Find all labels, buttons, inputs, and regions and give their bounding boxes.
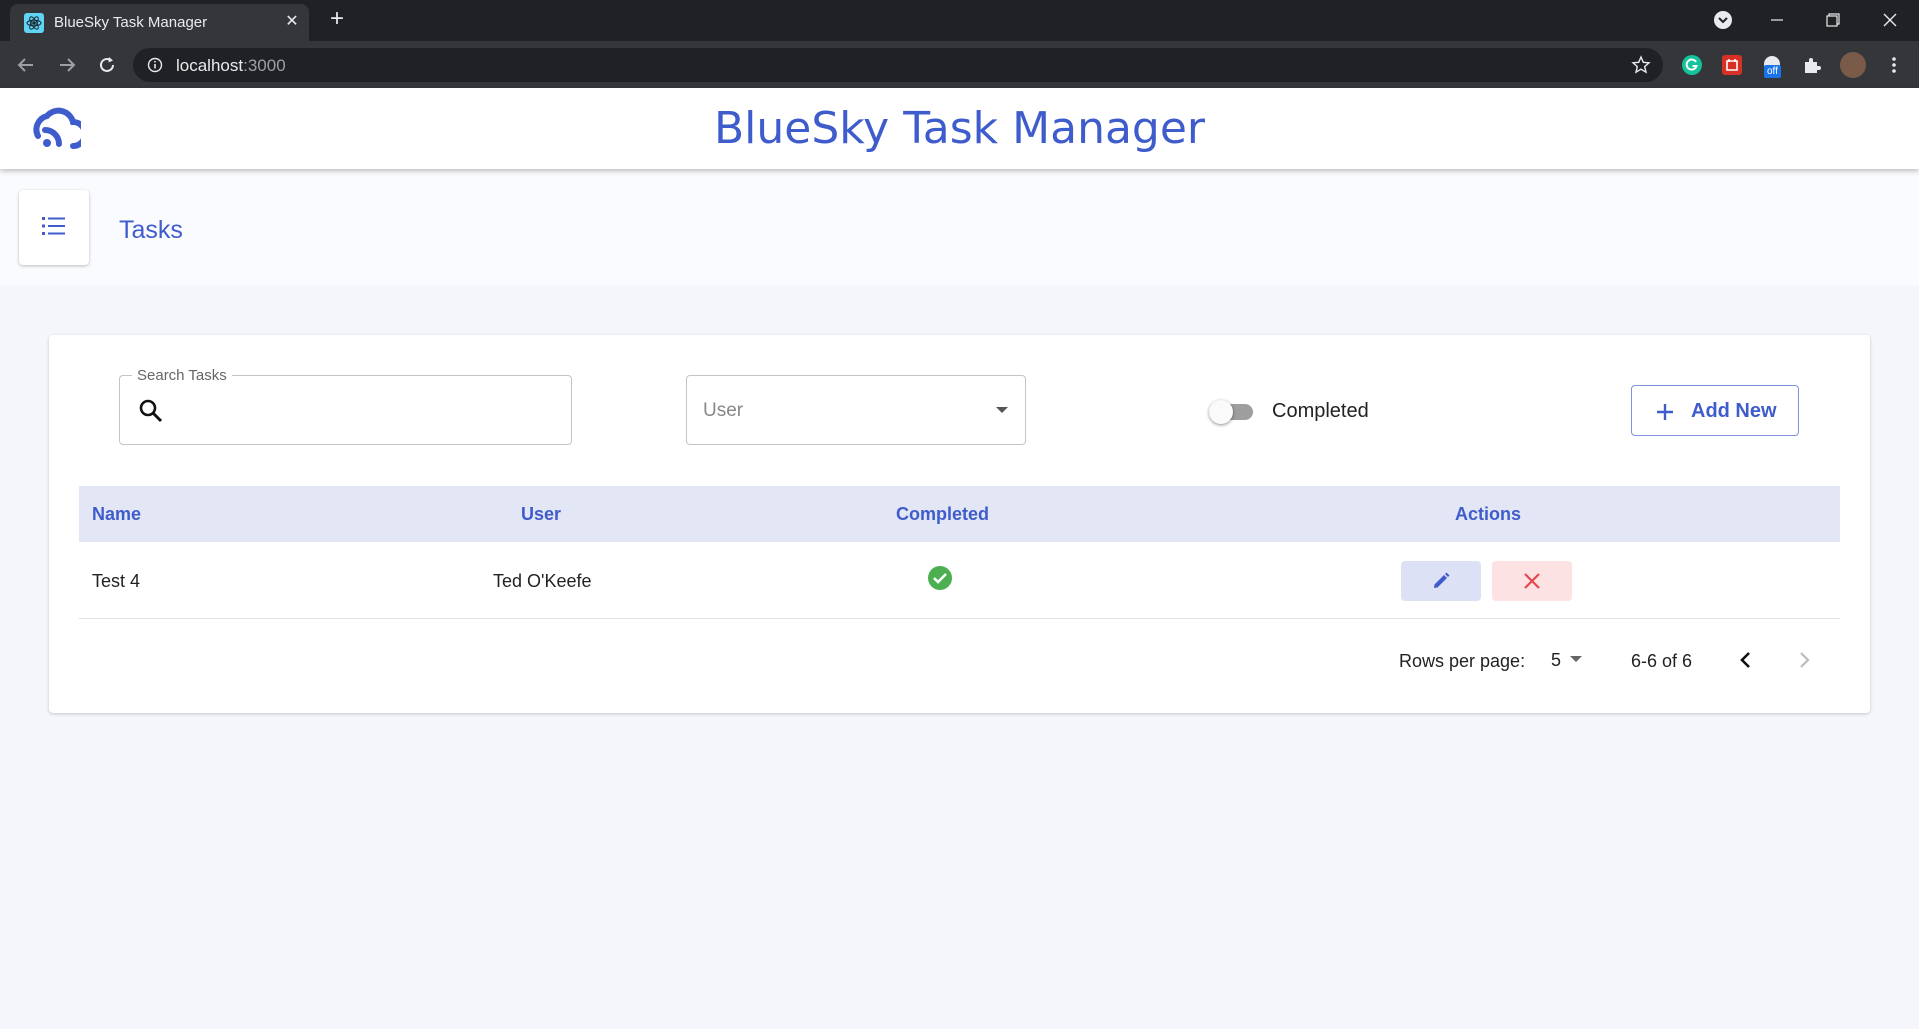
extension-off-icon[interactable]: off (1760, 53, 1784, 78)
column-header-user[interactable]: User (521, 504, 561, 525)
app-header: BlueSky Task Manager (0, 88, 1919, 169)
completed-toggle-label: Completed (1272, 400, 1369, 422)
column-header-completed[interactable]: Completed (896, 504, 989, 525)
extensions-puzzle-icon[interactable] (1800, 53, 1824, 77)
pencil-icon (1434, 572, 1450, 588)
browser-tab[interactable]: BlueSky Task Manager ✕ (10, 4, 309, 41)
search-label: Search Tasks (132, 367, 232, 384)
task-name-cell: Test 4 (92, 571, 141, 591)
grammarly-icon[interactable] (1680, 53, 1704, 77)
add-new-button[interactable]: Add New (1631, 385, 1799, 436)
browser-tab-bar: BlueSky Task Manager ✕ + (0, 0, 1919, 41)
back-arrow-icon[interactable] (14, 53, 38, 77)
table-pagination: Rows per page: 5 6-6 of 6 (79, 640, 1840, 680)
window-close-icon[interactable] (1877, 7, 1903, 33)
list-icon (42, 217, 65, 235)
page-title: Tasks (119, 216, 183, 244)
extension-red-icon[interactable] (1720, 53, 1744, 77)
tasks-card: Search Tasks User Completed Add New Name… (49, 335, 1870, 713)
browser-toolbar: localhost:3000 off (0, 41, 1919, 88)
dropdown-arrow-icon (996, 407, 1008, 413)
react-favicon-icon (24, 13, 44, 33)
browser-menu-icon[interactable] (1882, 53, 1906, 77)
delete-button[interactable] (1492, 561, 1572, 601)
column-header-name[interactable]: Name (92, 504, 141, 525)
rows-per-page-value: 5 (1551, 650, 1562, 670)
reload-icon[interactable] (95, 53, 119, 77)
edit-button[interactable] (1401, 561, 1481, 601)
minimize-icon[interactable] (1764, 7, 1790, 33)
user-select-placeholder: User (703, 400, 744, 421)
table-header-row: Name User Completed Actions (79, 486, 1840, 542)
bookmark-star-icon[interactable] (1631, 55, 1651, 75)
tasks-table: Name User Completed Actions Test 4 Ted O… (79, 486, 1840, 619)
restore-icon[interactable] (1820, 7, 1846, 33)
completed-toggle[interactable] (1209, 398, 1257, 426)
forward-arrow-icon[interactable] (55, 53, 79, 77)
pagination-range: 6-6 of 6 (1631, 651, 1693, 671)
extension-off-badge: off (1764, 65, 1781, 78)
tab-search-icon[interactable] (1710, 7, 1736, 33)
profile-avatar[interactable] (1840, 52, 1866, 78)
column-header-actions: Actions (1455, 504, 1522, 524)
rows-per-page-label: Rows per page: (1399, 651, 1526, 671)
table-row: Test 4 Ted O'Keefe (79, 542, 1840, 619)
new-tab-icon[interactable]: + (326, 7, 348, 31)
search-input[interactable]: Search Tasks (119, 367, 572, 445)
page-header: Tasks (0, 169, 1919, 285)
url-text: localhost:3000 (176, 56, 286, 76)
search-icon (139, 399, 163, 423)
app-title: BlueSky Task Manager (713, 103, 1206, 154)
rows-per-page-arrow-icon (1570, 656, 1582, 662)
close-icon (1524, 573, 1540, 589)
url-port: :3000 (243, 56, 286, 75)
tab-close-icon[interactable]: ✕ (282, 12, 302, 32)
add-new-label: Add New (1691, 400, 1777, 422)
site-info-icon[interactable] (147, 57, 163, 73)
check-circle-icon (928, 566, 952, 590)
previous-page-icon[interactable] (1732, 646, 1760, 674)
task-user-cell: Ted O'Keefe (493, 571, 592, 591)
address-bar[interactable]: localhost:3000 (133, 48, 1663, 82)
page-icon-box (19, 190, 89, 265)
next-page-icon[interactable] (1790, 646, 1818, 674)
toggle-thumb (1209, 400, 1233, 424)
plus-icon (1657, 404, 1673, 420)
rows-per-page-select[interactable]: 5 (1551, 647, 1595, 673)
user-select[interactable]: User (686, 375, 1026, 445)
url-host: localhost (176, 56, 244, 75)
browser-tab-title: BlueSky Task Manager (54, 14, 208, 31)
